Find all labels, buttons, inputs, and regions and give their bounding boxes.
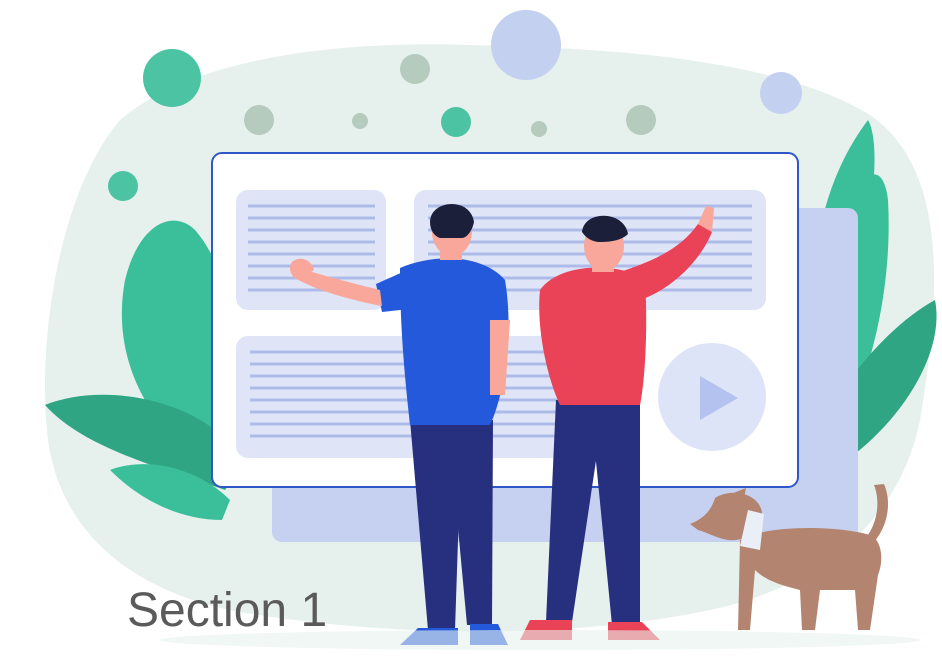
torso: [539, 267, 647, 405]
bubble: [626, 105, 656, 135]
section-title: Section 1: [127, 584, 328, 637]
play-button: [658, 343, 766, 451]
bubble: [352, 113, 368, 129]
bubble: [143, 49, 201, 107]
bubble: [531, 121, 547, 137]
bubble: [491, 10, 561, 80]
illustration: [45, 10, 937, 650]
bubble: [441, 107, 471, 137]
bubble: [760, 72, 802, 114]
bubble: [244, 105, 274, 135]
bubble: [400, 54, 430, 84]
bubble: [108, 171, 138, 201]
